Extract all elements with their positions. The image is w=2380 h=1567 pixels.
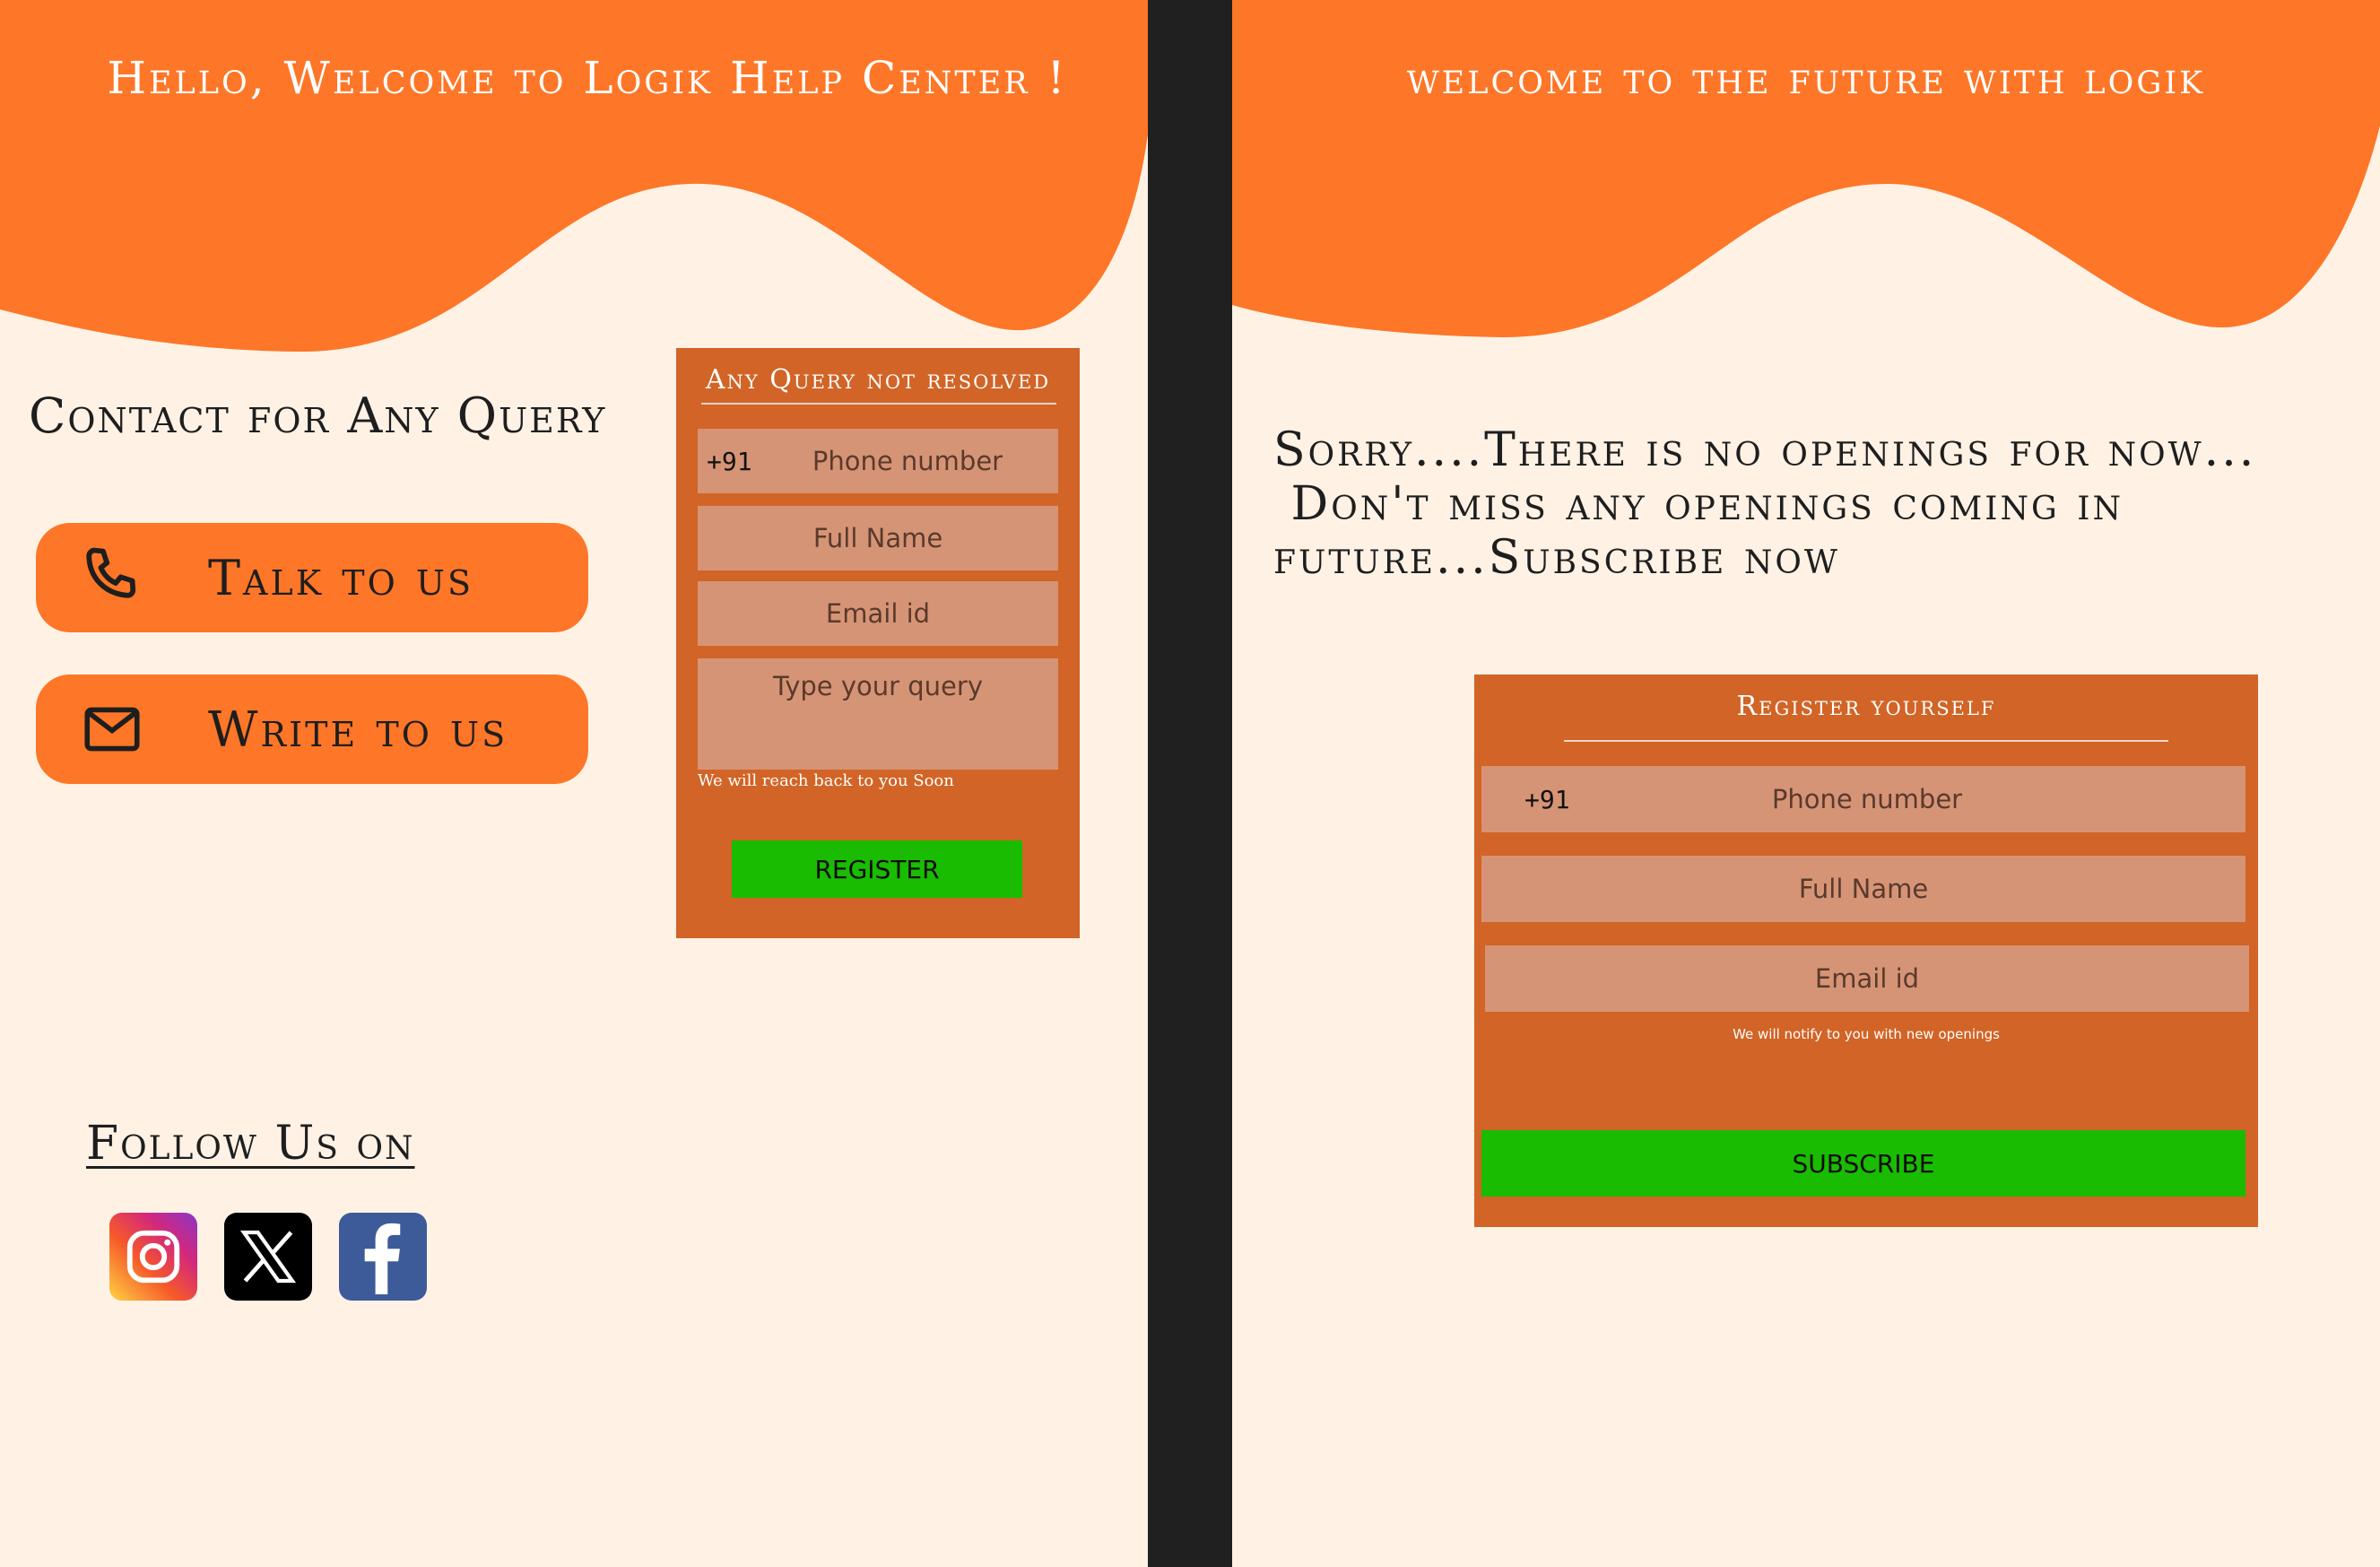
register-form: Register yourself +91 Phone number Full …	[1474, 675, 2258, 1227]
careers-title: welcome to the future with logik	[1406, 52, 2206, 104]
talk-to-us-label: Talk to us	[208, 549, 473, 606]
query-textarea[interactable]: Type your query	[698, 658, 1058, 770]
register-form-title: Register yourself	[1736, 691, 1996, 722]
phone-number-field[interactable]: +91 Phone number	[1481, 766, 2245, 832]
full-name-field[interactable]: Full Name	[698, 506, 1058, 570]
message-line: future...Subscribe now	[1273, 531, 1840, 585]
phone-placeholder: Phone number	[1771, 784, 1963, 814]
talk-to-us-button[interactable]: Talk to us	[36, 523, 588, 632]
message-line: Sorry....There is no openings for now...	[1273, 423, 2257, 477]
no-openings-message: Sorry....There is no openings for now...…	[1273, 423, 2350, 585]
message-line: Don't miss any openings coming in	[1273, 477, 2124, 531]
email-field[interactable]: Email id	[698, 581, 1058, 646]
register-form-note: We will notify to you with new openings	[1733, 1026, 2000, 1042]
write-to-us-label: Write to us	[208, 701, 508, 758]
instagram-icon[interactable]	[109, 1213, 197, 1301]
header-wave-shape	[1232, 0, 2380, 338]
write-to-us-button[interactable]: Write to us	[36, 675, 588, 784]
register-button[interactable]: REGISTER	[732, 840, 1022, 898]
x-icon[interactable]	[224, 1213, 312, 1301]
query-form-title: Any Query not resolved	[705, 364, 1051, 396]
facebook-icon[interactable]	[339, 1213, 427, 1301]
subscribe-button[interactable]: SUBSCRIBE	[1481, 1130, 2245, 1197]
register-form-divider	[1564, 740, 2168, 742]
mail-icon	[72, 689, 152, 770]
help-center-title: Hello, Welcome to Logik Help Center !	[107, 52, 1068, 104]
email-field[interactable]: Email id	[1485, 945, 2249, 1012]
query-form: Any Query not resolved +91 Phone number …	[676, 348, 1080, 938]
query-form-divider	[701, 403, 1056, 405]
query-form-note: We will reach back to you Soon	[698, 771, 954, 790]
country-code: +91	[1524, 784, 1570, 814]
careers-panel: welcome to the future with logik Sorry..…	[1232, 0, 2380, 1567]
contact-heading: Contact for Any Query	[29, 387, 607, 444]
full-name-field[interactable]: Full Name	[1481, 856, 2245, 922]
phone-placeholder: Phone number	[812, 446, 1003, 476]
phone-number-field[interactable]: +91 Phone number	[698, 429, 1058, 493]
phone-icon	[72, 537, 152, 618]
follow-us-heading: Follow Us on	[86, 1117, 415, 1171]
help-center-panel: Hello, Welcome to Logik Help Center ! Co…	[0, 0, 1148, 1567]
country-code: +91	[707, 446, 752, 476]
